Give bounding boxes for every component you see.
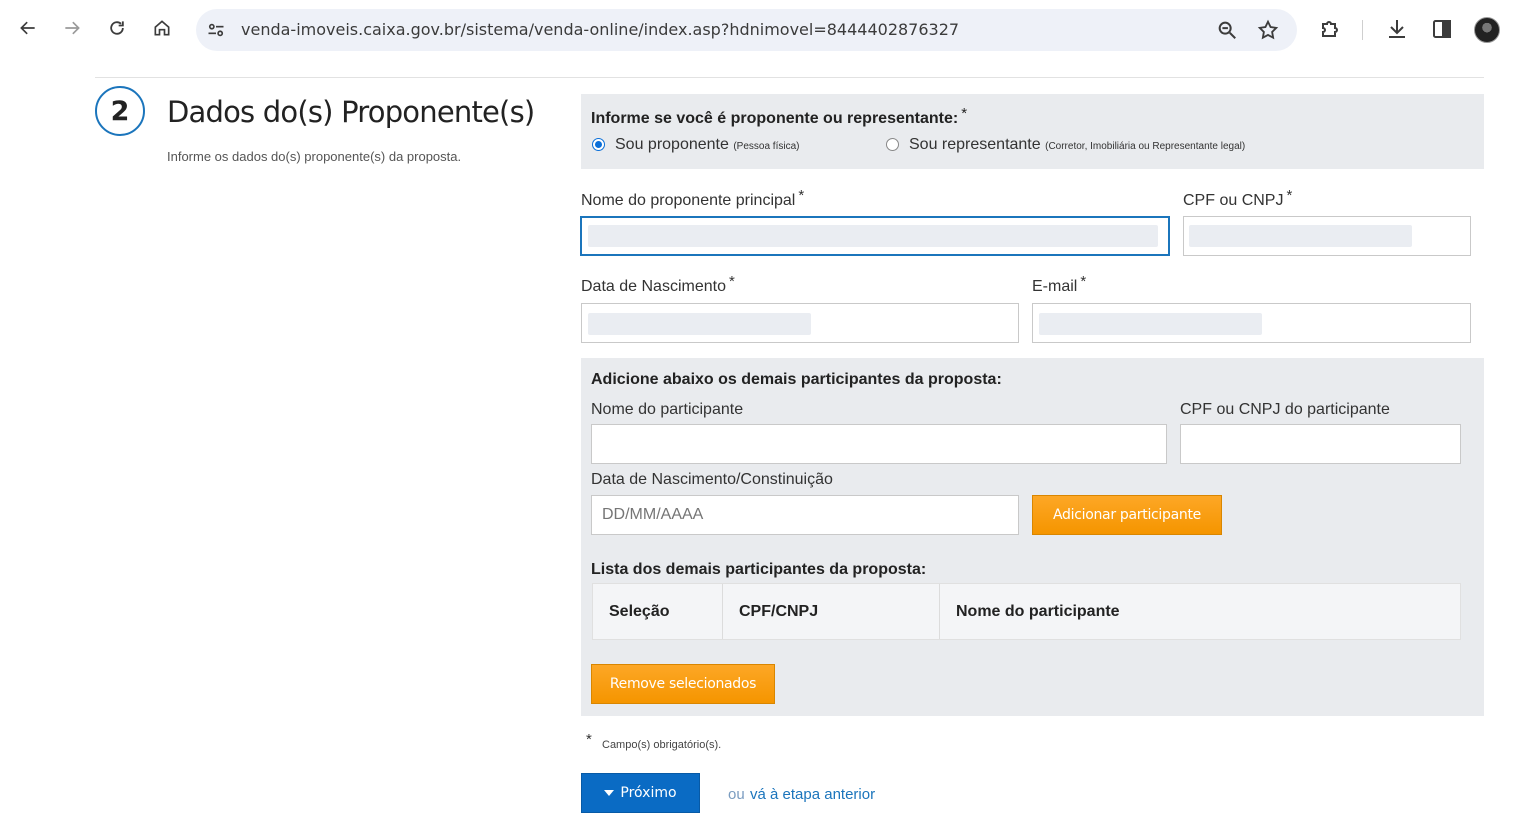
role-question: Informe se você é proponente ou represen… xyxy=(591,105,967,128)
participant-birth-label: Data de Nascimento/Constinuição xyxy=(591,471,833,488)
participants-title: Adicione abaixo os demais participantes … xyxy=(591,371,1002,388)
email-label-text: E-mail xyxy=(1032,278,1078,295)
page-title: Dados do(s) Proponente(s) xyxy=(167,95,535,129)
radio-representante[interactable] xyxy=(886,138,899,151)
required-mark: * xyxy=(798,187,805,204)
required-legend-star: * xyxy=(586,731,592,748)
participant-name-input[interactable] xyxy=(591,424,1167,464)
option-note: (Corretor, Imobiliária ou Representante … xyxy=(1045,141,1246,152)
divider xyxy=(95,77,1484,78)
forward-icon[interactable] xyxy=(58,14,86,42)
name-label: Nome do proponente principal * xyxy=(581,187,804,210)
column-participant-name[interactable]: Nome do participante xyxy=(940,584,1460,639)
role-selection-panel: Informe se você é proponente ou represen… xyxy=(581,94,1484,169)
required-mark: * xyxy=(728,273,735,290)
proponent-email-input[interactable] xyxy=(1032,303,1471,343)
participant-birthdate-input[interactable] xyxy=(591,495,1019,535)
proponent-birthdate-input[interactable] xyxy=(581,303,1019,343)
birth-label: Data de Nascimento * xyxy=(581,273,735,296)
participant-name-label: Nome do participante xyxy=(591,401,744,418)
radio-proponente-label[interactable]: Sou proponente (Pessoa física) xyxy=(615,136,799,154)
back-icon[interactable] xyxy=(14,14,42,42)
home-icon[interactable] xyxy=(148,14,176,42)
proponent-name-input[interactable] xyxy=(580,216,1170,256)
side-panel-icon[interactable] xyxy=(1430,17,1454,41)
redacted-value xyxy=(588,225,1158,247)
or-text: ou xyxy=(728,786,745,803)
zoom-icon[interactable] xyxy=(1216,19,1238,41)
remove-selected-button[interactable]: Remove selecionados xyxy=(591,664,775,704)
cpf-label: CPF ou CNPJ * xyxy=(1183,187,1292,210)
caret-down-icon xyxy=(604,790,615,796)
redacted-value xyxy=(588,313,811,335)
email-label: E-mail * xyxy=(1032,273,1086,296)
reload-icon[interactable] xyxy=(103,14,131,42)
required-mark: * xyxy=(1286,187,1293,204)
address-bar[interactable]: venda-imoveis.caixa.gov.br/sistema/venda… xyxy=(196,9,1297,51)
column-cpf-cnpj[interactable]: CPF/CNPJ xyxy=(723,584,940,639)
profile-avatar[interactable] xyxy=(1474,17,1500,43)
previous-step-link[interactable]: vá à etapa anterior xyxy=(750,786,875,803)
site-settings-icon[interactable] xyxy=(206,20,226,40)
redacted-value xyxy=(1189,225,1412,247)
proponent-cpf-input[interactable] xyxy=(1183,216,1471,256)
participant-cpf-input[interactable] xyxy=(1180,424,1461,464)
option-label: Sou proponente xyxy=(615,136,729,153)
next-button-label: Próximo xyxy=(620,785,677,801)
required-mark: * xyxy=(1080,273,1087,290)
browser-toolbar: venda-imoveis.caixa.gov.br/sistema/venda… xyxy=(0,0,1513,60)
cpf-label-text: CPF ou CNPJ xyxy=(1183,192,1284,209)
toolbar-separator xyxy=(1362,20,1363,40)
extensions-icon[interactable] xyxy=(1318,17,1342,41)
required-legend-text: Campo(s) obrigatório(s). xyxy=(602,739,722,751)
step-number: 2 xyxy=(95,86,145,136)
role-question-text: Informe se você é proponente ou represen… xyxy=(591,110,959,127)
option-label: Sou representante xyxy=(909,136,1041,153)
option-note: (Pessoa física) xyxy=(733,141,800,152)
download-icon[interactable] xyxy=(1385,17,1409,41)
participants-table-header: Seleção CPF/CNPJ Nome do participante xyxy=(592,583,1461,640)
page-subtitle: Informe os dados do(s) proponente(s) da … xyxy=(167,149,462,164)
radio-proponente[interactable] xyxy=(592,138,605,151)
birth-label-text: Data de Nascimento xyxy=(581,278,726,295)
participants-list-title: Lista dos demais participantes da propos… xyxy=(591,561,927,578)
radio-representante-label[interactable]: Sou representante (Corretor, Imobiliária… xyxy=(909,136,1245,154)
column-selection[interactable]: Seleção xyxy=(593,584,723,639)
add-participant-button[interactable]: Adicionar participante xyxy=(1032,495,1222,535)
bookmark-star-icon[interactable] xyxy=(1257,19,1279,41)
redacted-value xyxy=(1039,313,1262,335)
next-button[interactable]: Próximo xyxy=(581,773,700,813)
required-mark: * xyxy=(961,105,968,122)
participants-panel: Adicione abaixo os demais participantes … xyxy=(581,358,1484,716)
name-label-text: Nome do proponente principal xyxy=(581,192,796,209)
url-text[interactable]: venda-imoveis.caixa.gov.br/sistema/venda… xyxy=(241,20,959,39)
participant-cpf-label: CPF ou CNPJ do participante xyxy=(1180,401,1390,418)
